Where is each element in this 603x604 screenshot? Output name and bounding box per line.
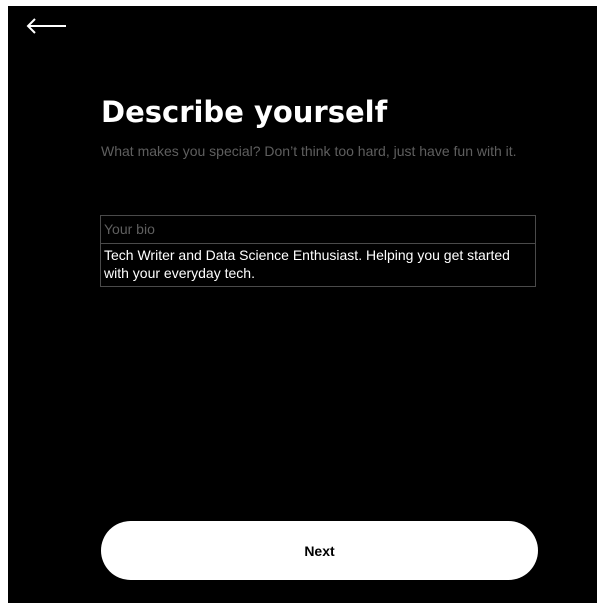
back-button[interactable] bbox=[24, 14, 68, 38]
bio-label: Your bio bbox=[101, 216, 535, 244]
next-button[interactable]: Next bbox=[101, 521, 538, 580]
page-title: Describe yourself bbox=[101, 95, 388, 129]
page-subtitle: What makes you special? Don’t think too … bbox=[101, 143, 517, 159]
arrow-left-icon bbox=[26, 18, 66, 34]
bio-field: Your bio Tech Writer and Data Science En… bbox=[100, 215, 536, 287]
app-screen: Describe yourself What makes you special… bbox=[8, 6, 597, 603]
bio-input[interactable]: Tech Writer and Data Science Enthusiast.… bbox=[101, 244, 535, 287]
